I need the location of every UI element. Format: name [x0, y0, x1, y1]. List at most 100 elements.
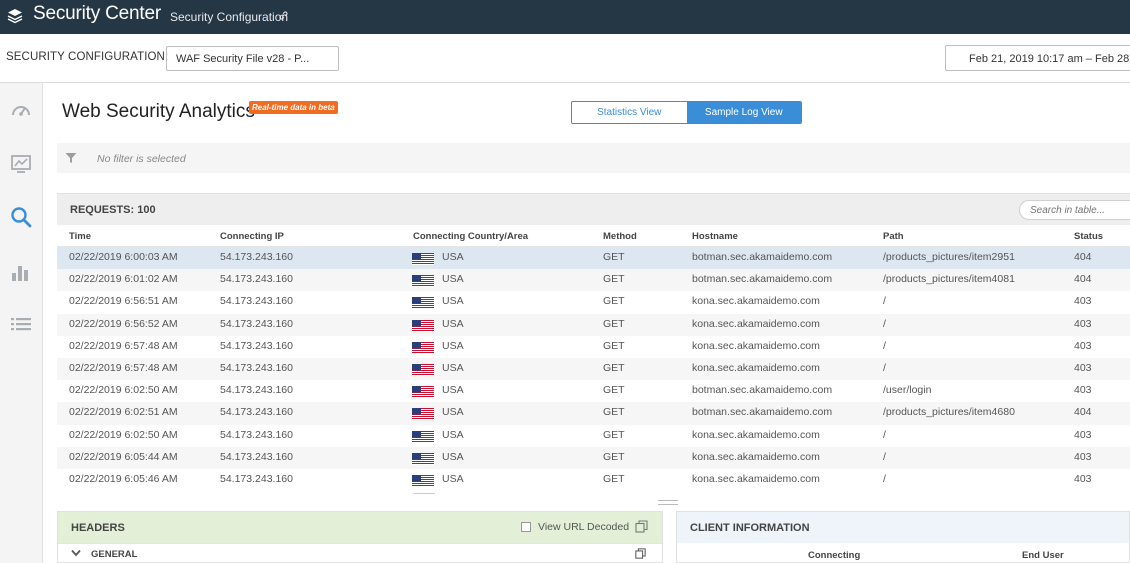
- layers-icon[interactable]: [7, 8, 23, 24]
- usa-flag-icon: [412, 430, 434, 443]
- cell-hostname: kona.sec.akamaidemo.com: [692, 450, 820, 463]
- list-icon[interactable]: [10, 313, 32, 335]
- usa-flag-icon: [412, 474, 434, 487]
- table-header-row: Time Connecting IP Connecting Country/Ar…: [57, 225, 1130, 247]
- cell-status: 403: [1074, 472, 1092, 485]
- cell-ip: 54.173.243.160: [220, 339, 293, 352]
- cell-hostname: botman.sec.akamaidemo.com: [692, 384, 833, 397]
- app-subtitle[interactable]: Security Configuration: [170, 10, 288, 24]
- cell-time: 02/22/2019 6:57:48 AM: [69, 361, 178, 374]
- cell-method: GET: [603, 251, 625, 263]
- link-icon[interactable]: [278, 10, 289, 21]
- dashboard-gauge-icon[interactable]: [10, 100, 32, 122]
- cell-ip: 54.173.243.160: [220, 317, 293, 330]
- cell-method: GET: [603, 317, 625, 330]
- cell-ip: 54.173.243.160: [220, 361, 293, 374]
- cell-path: /products_pictures/item4680: [883, 406, 1015, 419]
- sample-log-view-button[interactable]: Sample Log View: [686, 102, 801, 123]
- column-header-status[interactable]: Status: [1074, 231, 1103, 242]
- cell-country: USA: [442, 251, 464, 263]
- filter-icon[interactable]: [65, 152, 77, 164]
- table-row[interactable]: 02/22/2019 6:05:44 AM 54.173.243.160 USA GE…: [57, 446, 1130, 469]
- table-row[interactable]: 02/22/2019 6:57:48 AM 54.173.243.160 USA GE…: [57, 336, 1130, 358]
- top-bar: Security Center Security Configuration: [0, 0, 1130, 34]
- cell-ip: 54.173.243.160: [220, 384, 293, 397]
- cell-path: /: [883, 339, 886, 352]
- cell-time: 02/22/2019 6:05:44 AM: [69, 450, 178, 463]
- column-header-path[interactable]: Path: [883, 231, 904, 242]
- cell-path: /: [883, 428, 886, 441]
- cell-country: USA: [442, 295, 464, 308]
- app-title[interactable]: Security Center: [33, 3, 161, 25]
- table-row[interactable]: 02/22/2019 6:02:50 AM 54.173.243.160 USA GE…: [57, 425, 1130, 447]
- cell-path: /: [883, 472, 886, 485]
- view-url-decoded-checkbox[interactable]: [521, 522, 531, 532]
- cell-ip: 54.173.243.160: [220, 472, 293, 485]
- statistics-view-button[interactable]: Statistics View: [572, 102, 687, 123]
- cell-hostname: kona.sec.akamaidemo.com: [692, 317, 820, 330]
- bar-chart-icon[interactable]: [10, 261, 32, 283]
- copy-icon[interactable]: [635, 548, 646, 559]
- view-url-decoded-label[interactable]: View URL Decoded: [538, 521, 629, 533]
- cell-path: /: [883, 361, 886, 374]
- table-row[interactable]: 02/22/2019 6:57:48 AM 54.173.243.160 USA GE…: [57, 357, 1130, 381]
- cell-time: 02/22/2019 6:02:50 AM: [69, 384, 178, 397]
- date-range-picker[interactable]: Feb 21, 2019 10:17 am – Feb 28, 2019: [945, 45, 1130, 71]
- search-icon[interactable]: [10, 206, 32, 228]
- column-header-country[interactable]: Connecting Country/Area: [413, 231, 528, 242]
- cell-method: GET: [603, 295, 625, 308]
- column-header-ip[interactable]: Connecting IP: [220, 231, 284, 242]
- cell-time: 02/22/2019 6:01:02 AM: [69, 273, 178, 286]
- table-scroll-indicator[interactable]: [413, 493, 435, 496]
- filter-bar: No filter is selected: [57, 143, 1130, 173]
- cell-hostname: botman.sec.akamaidemo.com: [692, 251, 833, 263]
- usa-flag-icon: [412, 385, 434, 399]
- usa-flag-icon: [412, 252, 434, 265]
- client-information-panel: CLIENT INFORMATION Connecting End User: [676, 511, 1130, 563]
- table-row[interactable]: 02/22/2019 6:00:03 AM 54.173.243.160 USA GE…: [57, 247, 1130, 270]
- column-header-method[interactable]: Method: [603, 231, 637, 242]
- requests-count: REQUESTS: 100: [70, 204, 156, 216]
- cell-country: USA: [442, 472, 464, 485]
- cell-country: USA: [442, 428, 464, 441]
- cell-country: USA: [442, 339, 464, 352]
- panel-resize-handle[interactable]: [658, 500, 678, 505]
- table-row[interactable]: 02/22/2019 6:02:50 AM 54.173.243.160 USA GE…: [57, 380, 1130, 402]
- cell-ip: 54.173.243.160: [220, 428, 293, 441]
- cell-method: GET: [603, 472, 625, 485]
- copy-icon[interactable]: [635, 520, 648, 533]
- table-row[interactable]: 02/22/2019 6:02:51 AM 54.173.243.160 USA GE…: [57, 402, 1130, 425]
- cell-hostname: botman.sec.akamaidemo.com: [692, 406, 833, 419]
- cell-status: 404: [1074, 406, 1092, 419]
- requests-header: REQUESTS: 100: [57, 193, 1130, 225]
- cell-country: USA: [442, 273, 464, 286]
- cell-status: 404: [1074, 251, 1092, 263]
- table-body: 02/22/2019 6:00:03 AM 54.173.243.160 USA GE…: [57, 247, 1130, 491]
- cell-country: USA: [442, 450, 464, 463]
- cell-status: 403: [1074, 450, 1092, 463]
- filter-status-text: No filter is selected: [97, 153, 186, 165]
- client-column-end-user: End User: [1022, 550, 1064, 561]
- cell-ip: 54.173.243.160: [220, 406, 293, 419]
- cell-ip: 54.173.243.160: [220, 273, 293, 286]
- chevron-down-icon[interactable]: [71, 549, 81, 557]
- cell-path: /: [883, 295, 886, 308]
- monitor-chart-icon[interactable]: [10, 153, 32, 175]
- table-search-input[interactable]: [1019, 200, 1130, 220]
- cell-method: GET: [603, 273, 625, 286]
- table-row[interactable]: 02/22/2019 6:01:02 AM 54.173.243.160 USA GE…: [57, 269, 1130, 292]
- table-row[interactable]: 02/22/2019 6:56:51 AM 54.173.243.160 USA GE…: [57, 291, 1130, 313]
- cell-status: 403: [1074, 295, 1092, 308]
- general-section-row[interactable]: GENERAL: [58, 543, 662, 563]
- cell-time: 02/22/2019 6:56:52 AM: [69, 317, 178, 330]
- config-bar: SECURITY CONFIGURATION: WAF Security Fil…: [0, 34, 1130, 83]
- cell-path: /products_pictures/item2951: [883, 251, 1015, 263]
- table-row[interactable]: 02/22/2019 6:05:46 AM 54.173.243.160 USA GE…: [57, 469, 1130, 491]
- cell-status: 404: [1074, 273, 1092, 286]
- cell-path: /: [883, 450, 886, 463]
- security-configuration-select[interactable]: WAF Security File v28 - P...: [166, 46, 339, 71]
- column-header-time[interactable]: Time: [69, 231, 91, 242]
- table-row[interactable]: 02/22/2019 6:56:52 AM 54.173.243.160 USA GE…: [57, 313, 1130, 336]
- column-header-hostname[interactable]: Hostname: [692, 231, 738, 242]
- cell-status: 403: [1074, 317, 1092, 330]
